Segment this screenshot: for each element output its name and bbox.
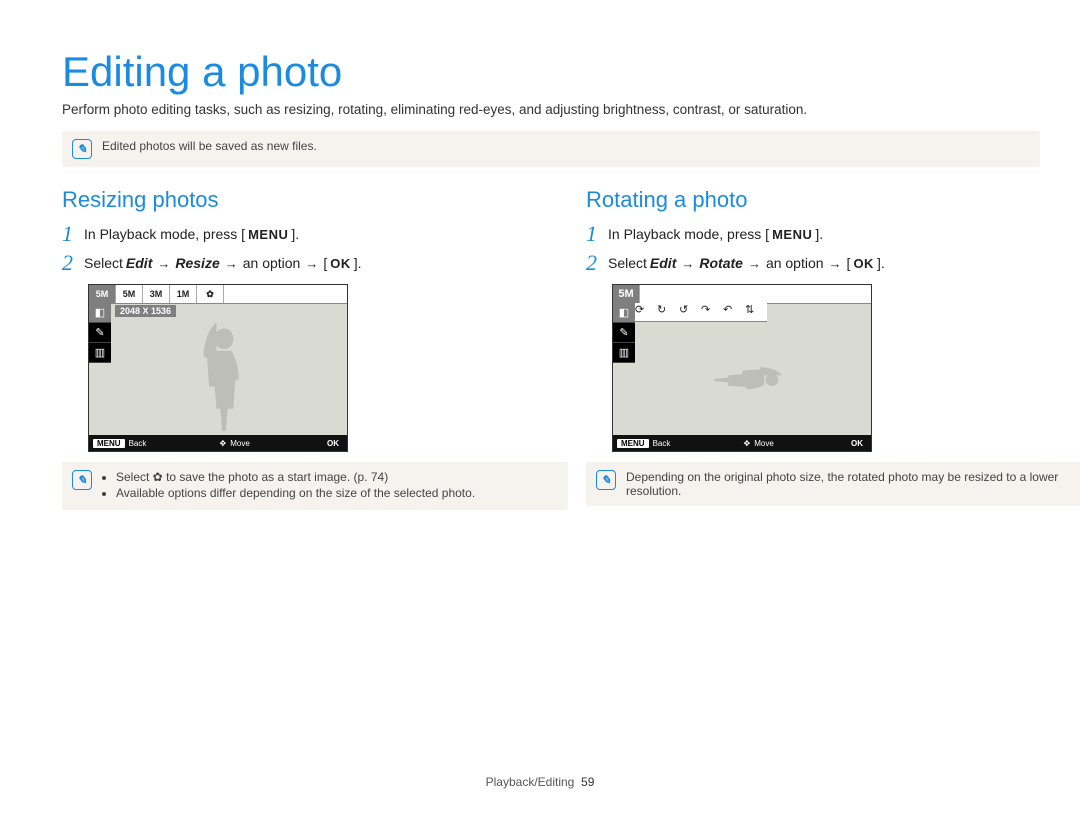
size-tab-start-image: ✿ — [197, 285, 224, 303]
resize-step-1: 1 In Playback mode, press [ MENU ]. — [62, 221, 568, 247]
arrow-icon: → — [748, 256, 761, 271]
column-resizing: Resizing photos 1 In Playback mode, pres… — [62, 187, 568, 530]
ok-key-label: OK — [330, 256, 351, 271]
step2-resize-word: Resize — [175, 255, 219, 271]
move-label: Move — [754, 439, 774, 448]
step-number: 1 — [62, 221, 84, 247]
step-number: 2 — [62, 250, 84, 276]
bracket: [ — [847, 255, 851, 271]
size-tab: 5M — [613, 285, 640, 303]
column-rotating: Rotating a photo 1 In Playback mode, pre… — [586, 187, 1080, 530]
lcd-bottom-bar: MENU Back ✥ Move OK — [613, 435, 871, 451]
footer-section: Playback/Editing — [486, 775, 575, 789]
rotate-option-icon: ⟳ — [635, 303, 657, 321]
size-tab: 3M — [143, 285, 170, 303]
lcd-left-icon: ◧ — [89, 303, 111, 323]
move-label: Move — [230, 439, 250, 448]
intro-text: Perform photo editing tasks, such as res… — [62, 102, 1018, 117]
lcd-left-icon: ✎ — [613, 323, 635, 343]
note-icon: ✎ — [72, 470, 92, 490]
menu-key-label: MENU — [248, 227, 288, 242]
resize-step-2: 2 Select Edit → Resize → an option → [ O… — [62, 250, 568, 276]
note-item: Available options differ depending on th… — [116, 486, 475, 500]
lcd-left-icons: ◧ ✎ ▥ — [613, 303, 635, 363]
resize-note-content: Select ✿ to save the photo as a start im… — [102, 470, 475, 502]
heading-resizing: Resizing photos — [62, 187, 568, 213]
rotate-note-box: ✎ Depending on the original photo size, … — [586, 462, 1080, 506]
step2-edit-word: Edit — [126, 255, 152, 271]
menu-pill: MENU — [617, 439, 649, 448]
menu-pill: MENU — [93, 439, 125, 448]
rotate-step-2: 2 Select Edit → Rotate → an option → [ O… — [586, 250, 1080, 276]
step2-select: Select — [84, 255, 123, 271]
heading-rotating: Rotating a photo — [586, 187, 1080, 213]
arrow-icon: → — [225, 256, 238, 271]
silhouette-figure — [164, 321, 284, 433]
lcd-left-icon: ◧ — [613, 303, 635, 323]
arrow-icon: → — [681, 256, 694, 271]
step2-rotate-word: Rotate — [699, 255, 743, 271]
rotate-option-icon: ↻ — [657, 303, 679, 321]
bracket: [ — [323, 255, 327, 271]
nav-icon: ✥ — [744, 439, 751, 448]
lcd-screenshot-resize: 5M 5M 3M 1M ✿ ◧ ✎ ▥ 2048 X 1536 MENU Bac… — [88, 284, 348, 452]
resize-note-box: ✎ Select ✿ to save the photo as a start … — [62, 462, 568, 510]
size-tab: 5M — [89, 285, 116, 303]
note-item: Select ✿ to save the photo as a start im… — [116, 470, 475, 484]
size-tab: 5M — [116, 285, 143, 303]
lcd-left-icon: ▥ — [613, 343, 635, 363]
top-note-box: ✎ Edited photos will be saved as new fil… — [62, 131, 1040, 167]
lcd-top-tabs: 5M 5M 3M 1M ✿ — [89, 285, 347, 304]
lcd-resolution-caption: 2048 X 1536 — [115, 305, 176, 317]
note-icon: ✎ — [596, 470, 616, 490]
top-note-text: Edited photos will be saved as new files… — [102, 139, 317, 153]
step1-text-b: ]. — [815, 226, 823, 242]
back-label: Back — [653, 439, 671, 448]
nav-icon: ✥ — [220, 439, 227, 448]
step1-text-a: In Playback mode, press [ — [608, 226, 769, 242]
back-label: Back — [129, 439, 147, 448]
ok-icon: OK — [847, 439, 867, 448]
page-footer: Playback/Editing 59 — [0, 775, 1080, 789]
page-title: Editing a photo — [62, 48, 1018, 96]
size-tab: 1M — [170, 285, 197, 303]
step1-text-a: In Playback mode, press [ — [84, 226, 245, 242]
ok-key-label: OK — [853, 256, 874, 271]
bracket: ]. — [354, 255, 362, 271]
footer-page-number: 59 — [581, 775, 594, 789]
rotate-note-text: Depending on the original photo size, th… — [626, 470, 1080, 498]
lcd-screenshot-rotate: 5M ◧ ✎ ▥ ⟳ ↻ ↺ ↷ ↶ ⇅ — [612, 284, 872, 452]
arrow-icon: → — [829, 256, 842, 271]
step-number: 2 — [586, 250, 608, 276]
lcd-left-icon: ▥ — [89, 343, 111, 363]
step2-option: an option — [766, 255, 824, 271]
lcd-left-icons: ◧ ✎ ▥ — [89, 303, 111, 363]
lcd-bottom-bar: MENU Back ✥ Move OK — [89, 435, 347, 451]
rotate-option-icon: ↺ — [679, 303, 701, 321]
note-icon: ✎ — [72, 139, 92, 159]
step-number: 1 — [586, 221, 608, 247]
menu-key-label: MENU — [772, 227, 812, 242]
bracket: ]. — [877, 255, 885, 271]
arrow-icon: → — [157, 256, 170, 271]
step1-text-b: ]. — [291, 226, 299, 242]
ok-icon: OK — [323, 439, 343, 448]
arrow-icon: → — [305, 256, 318, 271]
rotate-step-1: 1 In Playback mode, press [ MENU ]. — [586, 221, 1080, 247]
lcd-left-icon: ✎ — [89, 323, 111, 343]
step2-select: Select — [608, 255, 647, 271]
step2-option: an option — [243, 255, 301, 271]
step2-edit-word: Edit — [650, 255, 676, 271]
